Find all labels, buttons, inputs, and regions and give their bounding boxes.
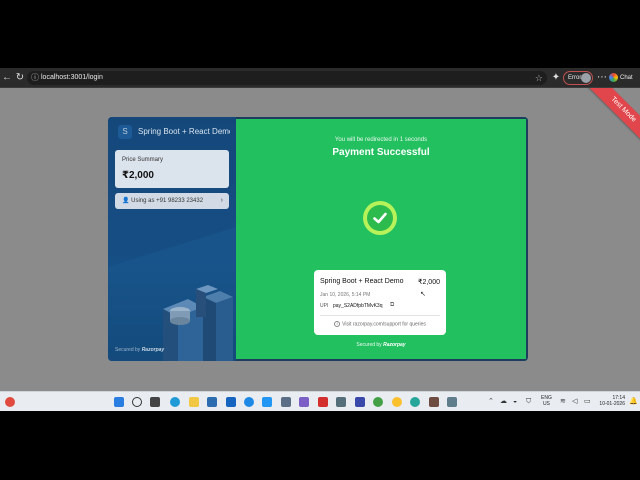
- reload-icon[interactable]: ↻: [13, 71, 27, 85]
- browser-toolbar: ← ↻ ⓘ localhost:3001/login ☆ ✦ Error ⋯ C…: [0, 68, 640, 88]
- back-icon[interactable]: ←: [0, 71, 14, 85]
- payment-success-title: Payment Successful: [332, 147, 430, 158]
- chevron-right-icon: ›: [220, 197, 223, 204]
- copy-icon[interactable]: ⧉: [390, 302, 394, 309]
- price-value: ₹2,000: [122, 170, 154, 181]
- info-icon: i: [334, 321, 341, 327]
- mail-icon[interactable]: [226, 397, 236, 407]
- receipt-date: Jan 10, 2026, 5:14 PM: [320, 292, 371, 298]
- office-icon[interactable]: [318, 397, 328, 407]
- notepad-icon[interactable]: [336, 397, 346, 407]
- onedrive-icon[interactable]: ☁: [500, 398, 507, 406]
- support-link[interactable]: i Visit razorpay.com/support for queries: [314, 321, 446, 327]
- edge-icon[interactable]: [170, 397, 180, 407]
- volume-icon[interactable]: ◁: [572, 398, 577, 406]
- app-icon-6[interactable]: [447, 397, 457, 407]
- secured-by-footer: Secured by Razorpay: [115, 347, 164, 353]
- file-explorer-icon[interactable]: [189, 397, 199, 407]
- gemini-icon: [609, 72, 618, 82]
- payment-success-panel: You will be redirected in 1 seconds Paym…: [236, 117, 528, 361]
- notifications-icon[interactable]: 🔔: [629, 398, 638, 406]
- chrome-icon[interactable]: [392, 397, 402, 407]
- site-info-icon[interactable]: ⓘ: [31, 71, 39, 85]
- profile-error-button[interactable]: Error: [563, 71, 593, 85]
- support-text: Visit razorpay.com/support for queries: [342, 321, 426, 328]
- app-icon-5[interactable]: [429, 397, 439, 407]
- error-label: Error: [568, 75, 582, 81]
- price-summary-card: Price Summary ₹2,000: [115, 150, 229, 188]
- page-overlay: Test Mode S Spring Boot + React Demo Pri…: [0, 88, 640, 391]
- test-mode-ribbon: Test Mode: [585, 88, 640, 148]
- razorpay-logo-right: Razorpay: [383, 342, 406, 348]
- settings-icon[interactable]: [281, 397, 291, 407]
- secured-by-text: Secured by: [115, 347, 141, 353]
- redirect-countdown: You will be redirected in 1 seconds: [334, 137, 428, 143]
- success-check-icon: [363, 201, 397, 235]
- app-icon-4[interactable]: [410, 397, 420, 407]
- wifi-icon[interactable]: ≋: [560, 398, 566, 406]
- network-icon[interactable]: ◒: [513, 398, 517, 406]
- secured-by-footer-right: Secured by Razorpay: [236, 342, 526, 348]
- chat-button[interactable]: Chat: [609, 71, 637, 85]
- mouse-cursor-icon: ↖: [420, 291, 426, 298]
- app-icon-3[interactable]: [373, 397, 383, 407]
- security-icon[interactable]: ⛉: [526, 398, 531, 406]
- language-indicator[interactable]: ENG US: [541, 395, 552, 407]
- teams-icon[interactable]: [299, 397, 309, 407]
- receipt-amount: ₹2,000: [418, 279, 440, 286]
- receipt-divider: [320, 315, 440, 316]
- checkout-modal: S Spring Boot + React Demo Price Summary…: [108, 117, 528, 361]
- chevron-up-icon[interactable]: ⌃: [488, 398, 494, 406]
- windows-taskbar: ⌃ ☁ ◒ ⛉ ENG US ≋ ◁ ▭ 17:14 10-01-2026 🔔: [0, 391, 640, 411]
- battery-icon[interactable]: ▭: [584, 398, 591, 406]
- screen: ← ↻ ⓘ localhost:3001/login ☆ ✦ Error ⋯ C…: [0, 68, 640, 411]
- using-as-button[interactable]: 👤 Using as +91 98233 23432 ›: [115, 193, 229, 209]
- payment-receipt-card: Spring Boot + React Demo ₹2,000 Jan 10, …: [314, 270, 446, 335]
- bookmark-star-icon[interactable]: ☆: [535, 71, 543, 85]
- using-as-text: Using as +91 98233 23432: [131, 198, 204, 204]
- weather-icon[interactable]: [5, 397, 15, 407]
- address-bar[interactable]: ⓘ localhost:3001/login ☆: [27, 71, 547, 85]
- task-view-icon[interactable]: [150, 397, 160, 407]
- receipt-method-label: UPI: [320, 303, 329, 309]
- lang-region: US: [542, 401, 550, 407]
- url-text: localhost:3001/login: [41, 74, 103, 81]
- clock-date: 10-01-2026: [599, 401, 625, 407]
- merchant-name: Spring Boot + React Demo: [138, 127, 230, 136]
- extensions-icon[interactable]: ✦: [549, 71, 563, 85]
- razorpay-logo: Razorpay: [141, 347, 165, 353]
- building-illustration: [108, 227, 236, 361]
- chat-label: Chat: [620, 75, 633, 81]
- user-icon: 👤: [122, 198, 132, 204]
- store-icon[interactable]: [207, 397, 217, 407]
- start-icon[interactable]: [114, 397, 124, 407]
- clock[interactable]: 17:14 10-01-2026: [595, 395, 625, 407]
- merchant-logo: S: [118, 125, 132, 139]
- app-icon[interactable]: [244, 397, 254, 407]
- receipt-merchant-name: Spring Boot + React Demo: [320, 278, 404, 285]
- receipt-payment-id: pay_S2ADfpbTMvK3q: [333, 303, 383, 309]
- checkout-summary-panel: S Spring Boot + React Demo Price Summary…: [108, 117, 236, 361]
- more-menu-icon[interactable]: ⋯: [595, 71, 609, 85]
- vscode-icon[interactable]: [262, 397, 272, 407]
- app-icon-2[interactable]: [355, 397, 365, 407]
- price-summary-label: Price Summary: [122, 157, 164, 163]
- search-icon[interactable]: [132, 397, 142, 407]
- secured-by-text-right: Secured by: [356, 342, 382, 348]
- avatar: [581, 73, 591, 83]
